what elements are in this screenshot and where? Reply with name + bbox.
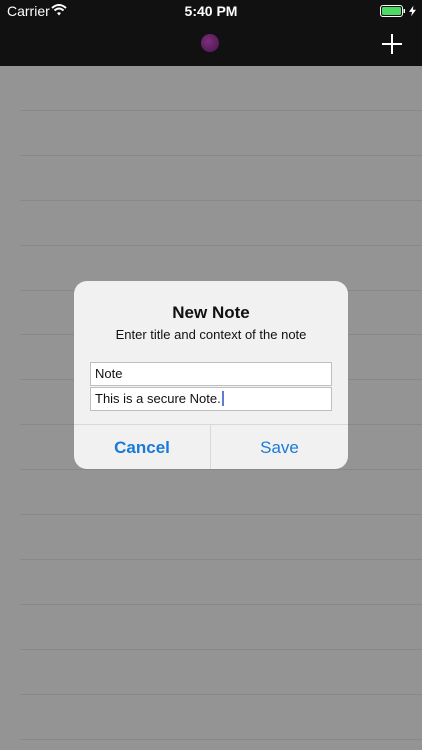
- status-time: 5:40 PM: [184, 3, 238, 19]
- dialog-message: Enter title and context of the note: [115, 327, 307, 342]
- new-note-dialog: New Note Enter title and context of the …: [74, 281, 348, 469]
- text-cursor: [221, 391, 224, 406]
- note-title-value: Note: [95, 366, 123, 381]
- plus-icon[interactable]: [378, 30, 406, 58]
- note-row-separator: [20, 514, 422, 515]
- note-row-separator: [20, 200, 422, 201]
- note-row-separator: [20, 245, 422, 246]
- save-button[interactable]: Save: [211, 425, 348, 469]
- navigation-bar: [0, 22, 422, 66]
- dialog-title: New Note: [172, 303, 250, 322]
- note-row-separator: [20, 110, 422, 111]
- note-row-separator: [20, 604, 422, 605]
- dialog-button-bar: Cancel Save: [74, 424, 348, 469]
- note-title-input[interactable]: Note: [90, 362, 332, 386]
- charging-bolt-icon: [409, 5, 416, 17]
- note-row-separator: [20, 739, 422, 740]
- note-row-separator: [20, 559, 422, 560]
- cancel-button[interactable]: Cancel: [74, 425, 211, 469]
- app-logo-icon[interactable]: [201, 34, 219, 52]
- note-row-separator: [20, 155, 422, 156]
- note-context-value: This is a secure Note.: [95, 391, 221, 406]
- status-bar: Carrier 5:40 PM: [0, 0, 422, 22]
- note-row-separator: [20, 469, 422, 470]
- battery-charging-icon: [380, 5, 405, 17]
- note-row-separator: [20, 694, 422, 695]
- note-context-input[interactable]: This is a secure Note.: [90, 387, 332, 411]
- note-row-separator: [20, 649, 422, 650]
